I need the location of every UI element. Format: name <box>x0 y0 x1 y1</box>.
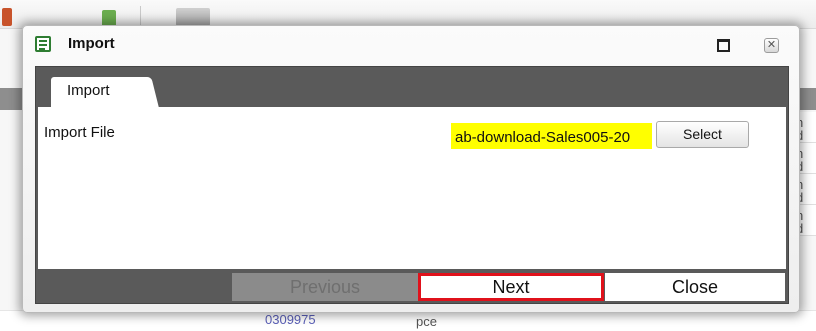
background-row-link[interactable]: 0309975 <box>265 312 316 327</box>
tab-strip: Import <box>36 67 788 107</box>
import-dialog: Import ✕ Import Import File Select Previ… <box>22 25 800 313</box>
screen: n d n d n d n d 0309975 pce Import ✕ Imp… <box>0 0 816 331</box>
maximize-icon <box>716 38 730 52</box>
maximize-button[interactable] <box>716 38 730 52</box>
previous-button[interactable]: Previous <box>232 273 418 301</box>
dialog-body: Import Import File Select Previous Next … <box>35 66 789 304</box>
select-button[interactable]: Select <box>656 121 749 148</box>
dialog-footer: Previous Next Close <box>36 269 788 303</box>
tab-import[interactable]: Import <box>51 77 147 107</box>
dialog-title: Import <box>68 35 115 52</box>
next-button[interactable]: Next <box>418 273 604 301</box>
import-file-field[interactable] <box>451 123 652 149</box>
close-icon[interactable]: ✕ <box>764 38 779 53</box>
tab-content: Import File Select <box>38 107 786 269</box>
background-tool-icon <box>2 8 12 26</box>
background-row-unit: pce <box>416 314 437 329</box>
list-document-icon <box>35 36 51 52</box>
close-button[interactable]: Close <box>605 273 785 301</box>
dialog-titlebar[interactable]: Import ✕ <box>23 26 799 64</box>
import-file-label: Import File <box>44 124 115 141</box>
background-table-row <box>0 310 816 331</box>
background-tool-icon <box>176 8 210 26</box>
